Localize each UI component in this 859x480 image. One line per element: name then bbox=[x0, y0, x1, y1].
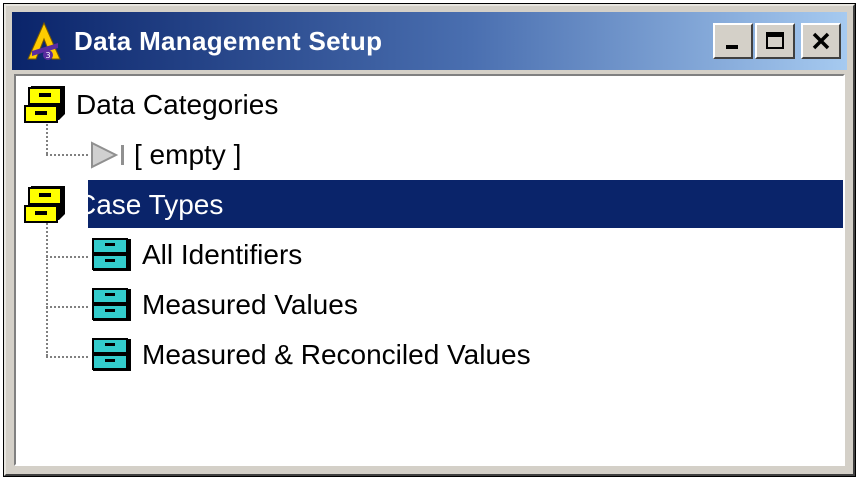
close-icon bbox=[812, 32, 830, 50]
title-bar[interactable]: 3 Data Management Setup bbox=[12, 12, 847, 70]
close-button[interactable] bbox=[801, 23, 841, 59]
tree-connector bbox=[46, 306, 88, 308]
maximize-icon bbox=[766, 32, 784, 49]
tree-connector bbox=[46, 220, 48, 356]
cyan-drawer-icon bbox=[88, 233, 136, 277]
tree-node-label: Data Categories bbox=[76, 89, 279, 120]
tree-node-empty[interactable]: [ empty ] bbox=[88, 130, 247, 180]
maximize-button[interactable] bbox=[755, 23, 795, 59]
tree-node-label: Case Types bbox=[76, 189, 224, 220]
yellow-drawer-icon bbox=[22, 83, 70, 127]
yellow-drawer-icon bbox=[22, 183, 70, 227]
svg-text:3: 3 bbox=[45, 51, 50, 60]
tree-panel[interactable]: Data Categories [ empty ] Case Types All… bbox=[14, 74, 845, 466]
title-bar-buttons bbox=[713, 23, 841, 59]
tree-node-label: All Identifiers bbox=[142, 239, 303, 270]
data-management-setup-window: 3 Data Management Setup Data Categories … bbox=[4, 4, 855, 476]
tree-connector bbox=[46, 356, 88, 358]
tree-node-data-categories[interactable]: Data Categories bbox=[22, 80, 284, 130]
minimize-icon bbox=[726, 45, 738, 49]
tree-node-all-identifiers[interactable]: All Identifiers bbox=[88, 230, 308, 280]
tree-node-measured-reconciled-values[interactable]: Measured & Reconciled Values bbox=[88, 330, 537, 380]
tree-connector bbox=[46, 256, 88, 258]
data-tree: Data Categories [ empty ] Case Types All… bbox=[16, 76, 843, 464]
tree-node-measured-values[interactable]: Measured Values bbox=[88, 280, 364, 330]
tree-node-label: Measured & Reconciled Values bbox=[142, 339, 531, 370]
play-to-end-icon bbox=[88, 133, 128, 177]
cyan-drawer-icon bbox=[88, 333, 136, 377]
app-logo-icon[interactable]: 3 bbox=[22, 19, 66, 63]
cyan-drawer-icon bbox=[88, 283, 136, 327]
tree-node-case-types[interactable]: Case Types bbox=[22, 180, 843, 230]
tree-connector bbox=[46, 154, 88, 156]
window-title: Data Management Setup bbox=[74, 25, 383, 56]
tree-node-label: Measured Values bbox=[142, 289, 358, 320]
minimize-button[interactable] bbox=[713, 23, 753, 59]
tree-node-label: [ empty ] bbox=[134, 139, 242, 170]
